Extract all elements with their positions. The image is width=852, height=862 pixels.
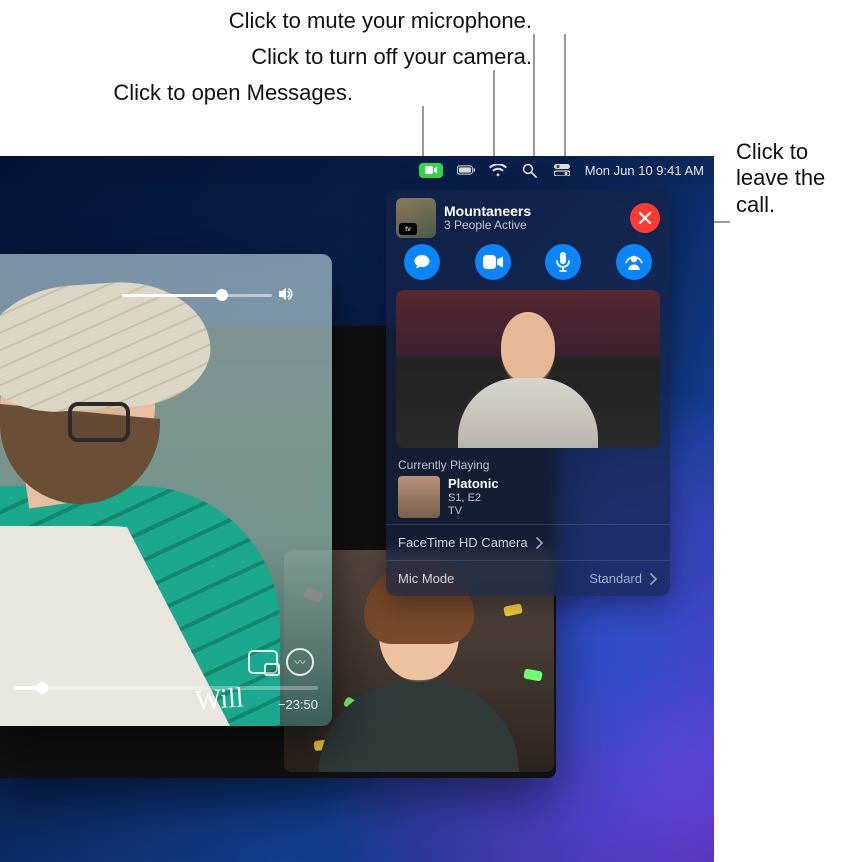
camera-row-label: FaceTime HD Camera — [398, 535, 528, 550]
audio-mode-button[interactable] — [286, 648, 314, 676]
desktop-wallpaper: Mon Jun 10 9:41 AM Will — [0, 156, 714, 862]
leave-call-button[interactable] — [630, 203, 660, 233]
facetime-dropdown-panel: tv Mountaneers 3 People Active — [386, 190, 670, 596]
appletv-badge-icon: tv — [399, 223, 417, 235]
volume-slider-knob[interactable] — [216, 289, 228, 301]
mic-row-value: Standard — [589, 571, 642, 586]
shareplay-video-player: Will −23:50 — [0, 254, 332, 726]
callout-leave: Click to leave the call. — [736, 139, 846, 218]
media-episode: S1, E2 — [448, 492, 499, 505]
progress-track[interactable] — [14, 686, 318, 690]
toggle-mic-button[interactable] — [545, 244, 581, 280]
menu-control-center-icon[interactable] — [553, 161, 571, 179]
shareplay-button[interactable] — [616, 244, 652, 280]
menu-bar: Mon Jun 10 9:41 AM — [0, 156, 714, 184]
call-title: Mountaneers — [444, 203, 531, 219]
now-playing-item[interactable]: Platonic S1, E2 TV — [398, 476, 658, 518]
now-playing-label: Currently Playing — [398, 458, 658, 472]
progress-knob[interactable] — [36, 682, 48, 694]
callout-messages: Click to open Messages. — [113, 80, 353, 106]
volume-slider-fill — [122, 294, 222, 297]
chevron-right-icon — [536, 537, 544, 549]
media-title: Platonic — [448, 476, 499, 492]
menu-battery-icon[interactable] — [457, 161, 475, 179]
media-artwork — [398, 476, 440, 518]
self-preview — [396, 290, 660, 448]
chevron-right-icon — [650, 573, 658, 585]
mic-mode-row[interactable]: Mic Mode Standard — [386, 560, 670, 596]
pip-button[interactable] — [248, 650, 278, 674]
callout-camera: Click to turn off your camera. — [251, 44, 532, 70]
callout-mute: Click to mute your microphone. — [229, 8, 532, 34]
open-messages-button[interactable] — [404, 244, 440, 280]
menu-datetime[interactable]: Mon Jun 10 9:41 AM — [585, 163, 704, 178]
media-source: TV — [448, 505, 499, 518]
call-subtitle: 3 People Active — [444, 219, 531, 233]
volume-icon[interactable] — [276, 284, 296, 304]
time-remaining: −23:50 — [278, 697, 318, 712]
camera-select-row[interactable]: FaceTime HD Camera — [386, 524, 670, 560]
menu-facetime-icon[interactable] — [419, 163, 443, 178]
menu-search-icon[interactable] — [521, 161, 539, 179]
mic-row-label: Mic Mode — [398, 571, 454, 586]
toggle-camera-button[interactable] — [475, 244, 511, 280]
call-thumbnail: tv — [396, 198, 436, 238]
menu-wifi-icon[interactable] — [489, 161, 507, 179]
